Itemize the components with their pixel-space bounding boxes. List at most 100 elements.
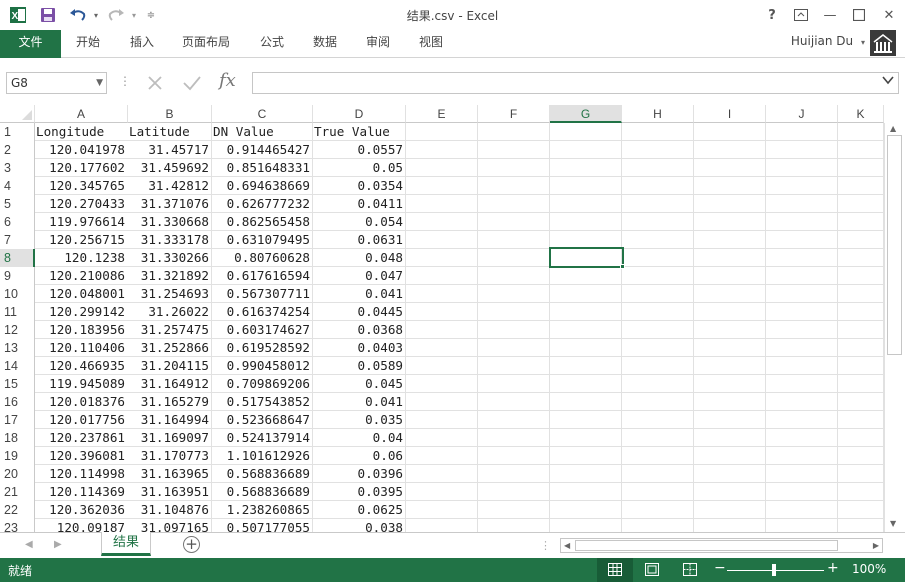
- header-cell[interactable]: Longitude: [35, 123, 127, 141]
- data-cell[interactable]: 0.568836689: [212, 465, 312, 483]
- data-cell[interactable]: 0.045: [313, 375, 405, 393]
- name-box-dropdown-icon[interactable]: ▼: [96, 73, 103, 93]
- data-cell[interactable]: 31.257475: [128, 321, 211, 339]
- tab-review[interactable]: 审阅: [366, 30, 390, 58]
- tab-insert[interactable]: 插入: [130, 30, 154, 58]
- zoom-slider-thumb[interactable]: [772, 564, 776, 576]
- column-header[interactable]: J: [766, 105, 838, 123]
- data-cell[interactable]: 0.0403: [313, 339, 405, 357]
- row-header[interactable]: 11: [0, 303, 35, 321]
- data-cell[interactable]: 0.0368: [313, 321, 405, 339]
- data-cell[interactable]: 120.299142: [35, 303, 127, 321]
- data-cell[interactable]: 0.048: [313, 249, 405, 267]
- scroll-down-icon[interactable]: ▼: [890, 519, 896, 528]
- data-cell[interactable]: 0.041: [313, 393, 405, 411]
- row-header[interactable]: 9: [0, 267, 35, 285]
- data-cell[interactable]: 0.0631: [313, 231, 405, 249]
- row-header[interactable]: 21: [0, 483, 35, 501]
- data-cell[interactable]: 0.523668647: [212, 411, 312, 429]
- data-cell[interactable]: 0.0557: [313, 141, 405, 159]
- data-cell[interactable]: 31.252866: [128, 339, 211, 357]
- sheet-tab-active[interactable]: 结果: [101, 532, 151, 556]
- column-header[interactable]: D: [313, 105, 406, 123]
- data-cell[interactable]: 0.0589: [313, 357, 405, 375]
- add-sheet-button[interactable]: +: [183, 536, 200, 553]
- row-header[interactable]: 18: [0, 429, 35, 447]
- data-cell[interactable]: 120.396081: [35, 447, 127, 465]
- fill-handle[interactable]: [620, 264, 625, 269]
- data-cell[interactable]: 0.517543852: [212, 393, 312, 411]
- header-cell[interactable]: True Value: [313, 123, 405, 141]
- data-cell[interactable]: 120.183956: [35, 321, 127, 339]
- selected-cell[interactable]: [549, 247, 624, 268]
- data-cell[interactable]: 120.114998: [35, 465, 127, 483]
- avatar[interactable]: [870, 30, 896, 56]
- data-cell[interactable]: 0.05: [313, 159, 405, 177]
- tab-data[interactable]: 数据: [313, 30, 337, 58]
- horizontal-scroll-thumb[interactable]: [575, 540, 838, 551]
- row-header[interactable]: 3: [0, 159, 35, 177]
- column-header[interactable]: A: [35, 105, 128, 123]
- vertical-scrollbar[interactable]: ▲ ▼: [884, 123, 905, 532]
- data-cell[interactable]: 31.330266: [128, 249, 211, 267]
- zoom-in-button[interactable]: +: [827, 560, 839, 576]
- scroll-right-icon[interactable]: ▶: [873, 541, 879, 550]
- data-cell[interactable]: 0.507177055: [212, 519, 312, 532]
- tab-page-layout[interactable]: 页面布局: [182, 30, 230, 58]
- row-header[interactable]: 2: [0, 141, 35, 159]
- data-cell[interactable]: 31.330668: [128, 213, 211, 231]
- data-cell[interactable]: 120.362036: [35, 501, 127, 519]
- data-cell[interactable]: 0.0396: [313, 465, 405, 483]
- data-cell[interactable]: 31.321892: [128, 267, 211, 285]
- data-cell[interactable]: 0.616374254: [212, 303, 312, 321]
- data-cell[interactable]: 31.164994: [128, 411, 211, 429]
- data-cell[interactable]: 31.104876: [128, 501, 211, 519]
- row-header[interactable]: 16: [0, 393, 35, 411]
- data-cell[interactable]: 0.694638669: [212, 177, 312, 195]
- data-cell[interactable]: 31.164912: [128, 375, 211, 393]
- row-header[interactable]: 4: [0, 177, 35, 195]
- scroll-up-icon[interactable]: ▲: [890, 124, 896, 133]
- data-cell[interactable]: 0.038: [313, 519, 405, 532]
- data-cell[interactable]: 0.054: [313, 213, 405, 231]
- data-cell[interactable]: 0.619528592: [212, 339, 312, 357]
- data-cell[interactable]: 31.097165: [128, 519, 211, 532]
- insert-function-button[interactable]: fx: [219, 70, 236, 91]
- data-cell[interactable]: 31.42812: [128, 177, 211, 195]
- data-cell[interactable]: 31.163951: [128, 483, 211, 501]
- expand-formula-bar-icon[interactable]: [881, 74, 895, 89]
- row-header[interactable]: 19: [0, 447, 35, 465]
- data-cell[interactable]: 31.371076: [128, 195, 211, 213]
- data-cell[interactable]: 120.256715: [35, 231, 127, 249]
- data-cell[interactable]: 0.04: [313, 429, 405, 447]
- name-box[interactable]: G8 ▼: [6, 72, 107, 94]
- worksheet-grid[interactable]: A B C D E F G H I J K 1 Longitude Latitude DN Value Tru…: [0, 105, 884, 532]
- data-cell[interactable]: 0.0445: [313, 303, 405, 321]
- column-header[interactable]: B: [128, 105, 212, 123]
- enter-icon[interactable]: [182, 74, 202, 95]
- data-cell[interactable]: 0.914465427: [212, 141, 312, 159]
- user-account[interactable]: Huijian Du ▾: [791, 34, 865, 48]
- data-cell[interactable]: 0.567307711: [212, 285, 312, 303]
- data-cell[interactable]: 31.165279: [128, 393, 211, 411]
- column-header[interactable]: I: [694, 105, 766, 123]
- data-cell[interactable]: 120.017756: [35, 411, 127, 429]
- row-header[interactable]: 23: [0, 519, 35, 532]
- data-cell[interactable]: 31.204115: [128, 357, 211, 375]
- data-cell[interactable]: 120.018376: [35, 393, 127, 411]
- row-header[interactable]: 5: [0, 195, 35, 213]
- data-cell[interactable]: 120.237861: [35, 429, 127, 447]
- data-cell[interactable]: 31.26022: [128, 303, 211, 321]
- column-header[interactable]: H: [622, 105, 694, 123]
- row-header[interactable]: 13: [0, 339, 35, 357]
- data-cell[interactable]: 120.466935: [35, 357, 127, 375]
- tab-view[interactable]: 视图: [419, 30, 443, 58]
- data-cell[interactable]: 120.345765: [35, 177, 127, 195]
- data-cell[interactable]: 119.976614: [35, 213, 127, 231]
- row-header[interactable]: 10: [0, 285, 35, 303]
- data-cell[interactable]: 0.862565458: [212, 213, 312, 231]
- data-cell[interactable]: 0.80760628: [212, 249, 312, 267]
- vertical-scroll-thumb[interactable]: [887, 135, 902, 355]
- data-cell[interactable]: 0.851648331: [212, 159, 312, 177]
- column-header[interactable]: G: [550, 105, 622, 123]
